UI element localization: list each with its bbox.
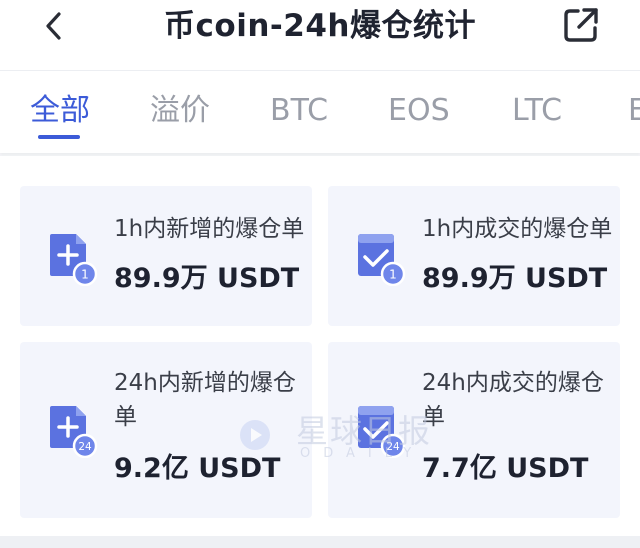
- share-button[interactable]: [560, 4, 602, 46]
- stat-card-1h-filled: 1 1h内成交的爆仓单 89.9万 USDT: [328, 186, 620, 326]
- card-label: 24h内成交的爆仓单: [422, 370, 604, 430]
- stat-card-24h-filled: 24 24h内成交的爆仓单 7.7亿 USDT: [328, 342, 620, 518]
- stat-card-24h-new: 24 24h内新增的爆仓单 9.2亿 USDT: [20, 342, 312, 518]
- card-value: 89.9万 USDT: [422, 263, 608, 294]
- tab-all[interactable]: 全部: [30, 93, 90, 129]
- stat-card-1h-new: 1 1h内新增的爆仓单 89.9万 USDT: [20, 186, 312, 326]
- external-share-icon: [564, 8, 598, 42]
- badge-count: 24: [386, 441, 400, 453]
- card-value: 7.7亿 USDT: [422, 453, 589, 484]
- card-label: 1h内成交的爆仓单: [422, 216, 613, 242]
- add-order-icon: 24: [50, 406, 98, 458]
- stats-panel: 1 1h内新增的爆仓单 89.9万 USDT 1 1h内成交的爆仓单 89.9万…: [0, 156, 640, 536]
- tab-premium[interactable]: 溢价: [150, 93, 210, 129]
- badge-count: 24: [78, 441, 92, 453]
- filled-order-icon: 24: [358, 406, 406, 458]
- badge-count: 1: [389, 268, 397, 282]
- card-label: 24h内新增的爆仓单: [114, 370, 296, 430]
- nav-bar: 币coin-24h爆仓统计: [0, 0, 640, 70]
- tab-bar: 全部 溢价 BTC EOS LTC E: [0, 71, 640, 153]
- tab-eos[interactable]: EOS: [388, 93, 450, 129]
- card-value: 9.2亿 USDT: [114, 453, 281, 484]
- tab-btc[interactable]: BTC: [270, 93, 328, 129]
- bottom-strip: [0, 536, 640, 548]
- badge-count: 1: [81, 268, 89, 282]
- filled-order-icon: 1: [358, 234, 406, 286]
- page-title: 币coin-24h爆仓统计: [164, 8, 476, 44]
- active-tab-indicator: [38, 135, 80, 139]
- add-order-icon: 1: [50, 234, 98, 286]
- card-value: 89.9万 USDT: [114, 263, 300, 294]
- tab-e[interactable]: E: [628, 93, 640, 129]
- card-label: 1h内新增的爆仓单: [114, 216, 305, 242]
- tab-ltc[interactable]: LTC: [512, 93, 562, 129]
